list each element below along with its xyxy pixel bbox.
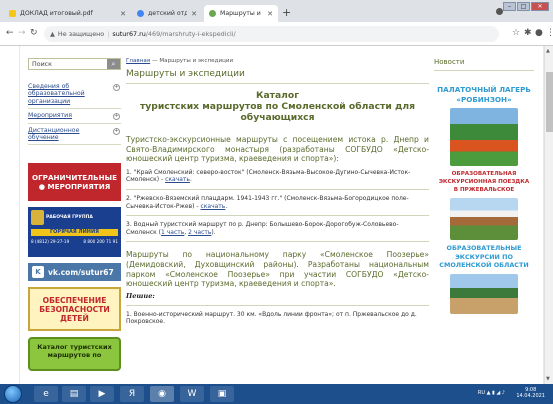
- profile-icon[interactable]: ●: [535, 28, 543, 38]
- breadcrumb: Главная — Маршруты и экспедиции: [126, 58, 234, 64]
- hotline-banner[interactable]: РАБОЧАЯ ГРУППА ГОРЯЧАЯ ЛИНИЯ 8 (4812) 29…: [28, 207, 121, 258]
- close-tab-icon[interactable]: ✕: [191, 10, 197, 18]
- list-item: 3. Водный туристский маршрут по р. Днепр…: [126, 221, 399, 236]
- star-icon[interactable]: ☆: [512, 28, 520, 38]
- site-container: Поиск ⌕ Сведения об образовательной орга…: [19, 46, 544, 384]
- page-scrollbar[interactable]: ▲ ▼: [544, 46, 553, 384]
- sidebar-item-label: Мероприятия: [28, 112, 72, 120]
- trip-photo[interactable]: [450, 198, 518, 240]
- expand-icon[interactable]: +: [113, 113, 120, 121]
- sidebar-item-events[interactable]: Мероприятия +: [28, 109, 121, 124]
- back-icon[interactable]: ←: [6, 28, 14, 38]
- url-domain: sutur67.ru: [112, 30, 146, 38]
- tab-pdf[interactable]: ДОКЛАД итоговый.pdf ✕: [4, 5, 131, 22]
- address-bar[interactable]: ▲ Не защищено | sutur67.ru /469/marshrut…: [44, 26, 499, 42]
- scroll-up-icon[interactable]: ▲: [546, 48, 550, 54]
- section-lead: Туристско-экскурсионные маршруты с посещ…: [126, 135, 429, 164]
- forward-icon[interactable]: →: [18, 28, 26, 38]
- yandex-icon[interactable]: Я: [120, 386, 144, 402]
- close-window-icon[interactable]: ✕: [531, 2, 549, 11]
- tours-caption[interactable]: ОБРАЗОВАТЕЛЬНЫЕ ЭКСКУРСИИ ПО СМОЛЕНСКОЙ …: [434, 244, 534, 270]
- vk-banner[interactable]: K vk.com/sutur67: [28, 263, 121, 282]
- reload-icon[interactable]: ↻: [30, 28, 38, 38]
- part2-link[interactable]: 2 часть: [188, 229, 211, 236]
- new-tab-button[interactable]: +: [282, 6, 291, 19]
- section-subheading: Пешие:: [126, 291, 155, 300]
- google-favicon-icon: [137, 10, 144, 17]
- media-player-icon[interactable]: ▶: [90, 386, 114, 402]
- download-link[interactable]: скачать: [200, 203, 225, 210]
- expand-icon[interactable]: +: [113, 84, 120, 91]
- security-label: Не защищено: [57, 30, 105, 38]
- section-lead: Маршруты по национальному парку «Смоленс…: [126, 250, 429, 289]
- window-controls: – □ ✕: [503, 2, 549, 11]
- camp-photo[interactable]: [450, 108, 518, 166]
- catalog-banner[interactable]: Каталог туристских маршрутов по: [28, 337, 121, 372]
- sidebar-item-label: Сведения об образовательной организации: [28, 83, 85, 105]
- restrictions-banner[interactable]: ОГРАНИЧИТЕЛЬНЫЕ ● МЕРОПРИЯТИЯ: [28, 163, 121, 202]
- sidebar-item-info[interactable]: Сведения об образовательной организации …: [28, 80, 121, 110]
- ie-icon[interactable]: e: [34, 386, 58, 402]
- part1-link[interactable]: 1 часть: [161, 229, 184, 236]
- alert-icon: ●: [38, 182, 46, 192]
- search-icon[interactable]: ⌕: [107, 59, 120, 69]
- minimize-icon[interactable]: –: [503, 2, 516, 11]
- extensions-icon[interactable]: ✱: [524, 28, 532, 38]
- sidebar-item-remote[interactable]: Дистанционное обучение +: [28, 124, 121, 146]
- search-input[interactable]: Поиск ⌕: [28, 58, 121, 70]
- close-tab-icon[interactable]: ✕: [267, 10, 273, 18]
- sidebar-item-label: Дистанционное обучение: [28, 126, 80, 142]
- tab-title: детский отдых смоленск – Goo: [148, 10, 188, 17]
- tours-photo[interactable]: [450, 273, 518, 314]
- search-placeholder: Поиск: [32, 61, 52, 68]
- pdf-favicon-icon: [9, 10, 16, 17]
- main-content: Главная — Маршруты и экспедиции Маршруты…: [126, 58, 429, 326]
- news-heading: Новости: [434, 58, 534, 71]
- page-title: Маршруты и экспедиции: [126, 69, 429, 84]
- tab-routes[interactable]: Маршруты и экспедиции - Бер ✕: [204, 5, 278, 22]
- media-indicator-icon[interactable]: [496, 8, 503, 15]
- maximize-icon[interactable]: □: [517, 2, 530, 11]
- browser-tabbar: ДОКЛАД итоговый.pdf ✕ детский отдых смол…: [0, 0, 553, 22]
- left-sidebar: Поиск ⌕ Сведения об образовательной орга…: [28, 58, 121, 372]
- trip-caption[interactable]: ОБРАЗОВАТЕЛЬНАЯ ЭКСКУРСИОННАЯ ПОЕЗДКА В …: [434, 170, 534, 194]
- tab-google[interactable]: детский отдых смоленск – Goo ✕: [132, 5, 202, 22]
- camp-title[interactable]: ПАЛАТОЧНЫЙ ЛАГЕРЬ «РОБИНЗОН»: [434, 85, 534, 104]
- emblem-icon: [31, 210, 44, 226]
- tab-title: ДОКЛАД итоговый.pdf: [20, 10, 93, 17]
- browser-toolbar: ← → ↻ ▲ Не защищено | sutur67.ru /469/ma…: [0, 22, 553, 46]
- catalog-subheading: туристских маршрутов по Смоленской облас…: [139, 101, 416, 123]
- vk-logo-icon: K: [32, 266, 44, 279]
- list-item: 2. "Ржевско-Вяземский плацдарм. 1941-194…: [126, 194, 409, 210]
- download-link[interactable]: скачать: [165, 176, 190, 183]
- list-item: 1. "Край Смоленский: северо-восток" (Смо…: [126, 168, 411, 184]
- expand-icon[interactable]: +: [113, 127, 120, 135]
- breadcrumb-home-link[interactable]: Главная: [126, 58, 150, 64]
- url-path: /469/marshruty-i-ekspedicii/: [145, 30, 236, 38]
- clock[interactable]: 9:08 14.04.2021: [516, 387, 545, 399]
- taskbar: e ▤ ▶ Я ◉ W ▣ RU ▲ ▮ ◢ ♪ 9:08 14.04.2021: [0, 384, 553, 404]
- explorer-icon[interactable]: ▤: [62, 386, 86, 402]
- right-sidebar: Новости ПАЛАТОЧНЫЙ ЛАГЕРЬ «РОБИНЗОН» ОБР…: [434, 58, 534, 314]
- chrome-icon[interactable]: ◉: [150, 386, 174, 402]
- site-favicon-icon: [209, 10, 216, 17]
- catalog-heading: Каталог: [255, 90, 300, 101]
- pdf-viewer-icon[interactable]: ▣: [210, 386, 234, 402]
- menu-icon[interactable]: ⋮: [546, 28, 553, 38]
- warning-icon: ▲: [50, 30, 55, 38]
- system-tray[interactable]: RU ▲ ▮ ◢ ♪: [478, 390, 505, 396]
- word-icon[interactable]: W: [180, 386, 204, 402]
- scrollbar-thumb[interactable]: [546, 72, 553, 132]
- breadcrumb-current: Маршруты и экспедиции: [159, 58, 234, 64]
- page-viewport: Поиск ⌕ Сведения об образовательной орга…: [0, 46, 553, 384]
- sidebar-nav: Сведения об образовательной организации …: [28, 80, 121, 146]
- tab-title: Маршруты и экспедиции - Бер: [220, 10, 263, 17]
- close-tab-icon[interactable]: ✕: [120, 10, 126, 18]
- start-button[interactable]: [4, 385, 22, 403]
- scroll-down-icon[interactable]: ▼: [546, 376, 550, 382]
- list-item: 1. Военно-исторический маршрут. 30 км. «…: [126, 310, 417, 326]
- child-safety-banner[interactable]: ОБЕСПЕЧЕНИЕ БЕЗОПАСНОСТИ ДЕТЕЙ: [28, 287, 121, 332]
